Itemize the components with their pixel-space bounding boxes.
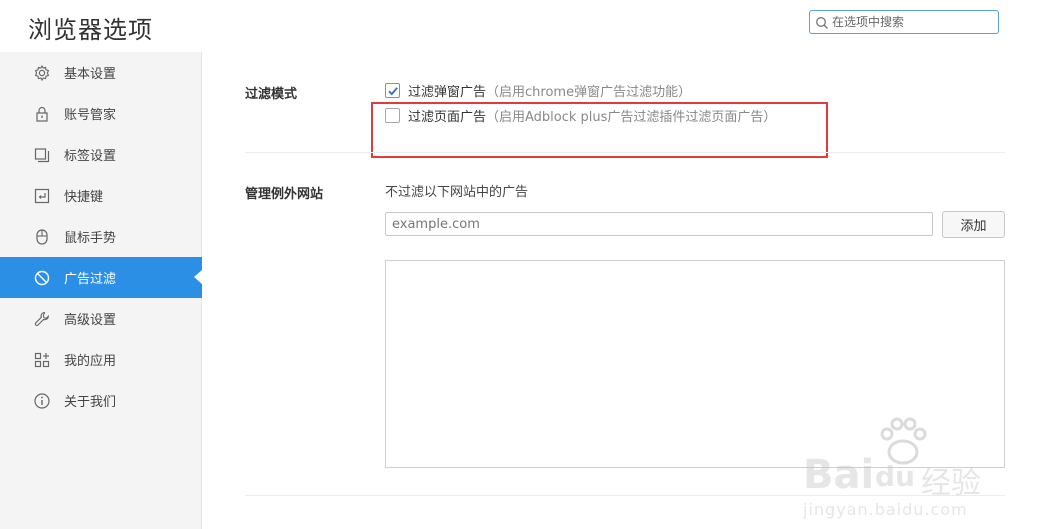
tabs-icon [33,146,51,164]
baidu-watermark: Bai du 经验 jingyan.baidu.com [803,412,1003,522]
sidebar-item-shortcuts[interactable]: 快捷键 [0,175,202,216]
gear-icon [33,64,51,82]
checkmark-icon [388,86,398,95]
option-popup-filter[interactable]: 过滤弹窗广告 （启用chrome弹窗广告过滤功能） [385,80,691,100]
filter-mode-label: 过滤模式 [245,87,298,102]
popup-filter-checkbox[interactable] [385,82,400,98]
mouse-icon [33,228,51,246]
sidebar: 基本设置 账号管家 标签设置 快捷键 鼠标手势 广告过滤 高级设置 我的应用 关… [0,52,202,529]
sidebar-item-tab-settings[interactable]: 标签设置 [0,134,202,175]
search-icon [815,15,829,29]
keyboard-icon [33,187,51,205]
sidebar-item-label: 关于我们 [64,395,117,410]
sidebar-item-ad-filter[interactable]: 广告过滤 [0,257,202,298]
page-title: 浏览器选项 [28,16,153,44]
sidebar-item-label: 基本设置 [64,67,117,82]
info-icon [33,392,51,410]
header: 浏览器选项 [0,0,1045,52]
sidebar-item-advanced-settings[interactable]: 高级设置 [0,298,202,339]
popup-filter-desc: （启用chrome弹窗广告过滤功能） [486,84,692,100]
sidebar-item-label: 高级设置 [64,313,117,328]
sidebar-item-label: 快捷键 [64,190,104,205]
sidebar-item-basic-settings[interactable]: 基本设置 [0,52,202,93]
highlight-annotation-box [371,102,828,158]
sidebar-item-account-manager[interactable]: 账号管家 [0,93,202,134]
exceptions-label: 管理例外网站 [245,187,324,202]
sidebar-item-about-us[interactable]: 关于我们 [0,380,202,421]
sidebar-item-label: 鼠标手势 [64,231,117,246]
watermark-url: jingyan.baidu.com [803,500,968,519]
add-exception-button[interactable]: 添加 [942,211,1005,238]
sidebar-item-mouse-gestures[interactable]: 鼠标手势 [0,216,202,257]
popup-filter-text: 过滤弹窗广告 [408,84,487,100]
sidebar-item-label: 标签设置 [64,149,117,164]
search-box[interactable] [809,10,999,34]
watermark-brand2: du [875,460,915,493]
lock-icon [33,105,51,123]
exception-domain-input[interactable] [385,212,933,236]
sidebar-item-label: 账号管家 [64,108,117,123]
sidebar-item-my-apps[interactable]: 我的应用 [0,339,202,380]
sidebar-item-label: 我的应用 [64,354,117,369]
exceptions-hint: 不过滤以下网站中的广告 [385,185,529,200]
watermark-product: 经验 [921,466,981,501]
section-divider [245,152,1005,153]
main-panel: 过滤模式 过滤弹窗广告 （启用chrome弹窗广告过滤功能） 过滤页面广告 （启… [203,52,1045,529]
watermark-brand: Bai [803,452,875,498]
search-input[interactable] [832,12,992,32]
block-icon [33,269,51,287]
sidebar-item-label: 广告过滤 [64,272,117,287]
wrench-icon [33,310,51,328]
apps-icon [33,351,51,369]
